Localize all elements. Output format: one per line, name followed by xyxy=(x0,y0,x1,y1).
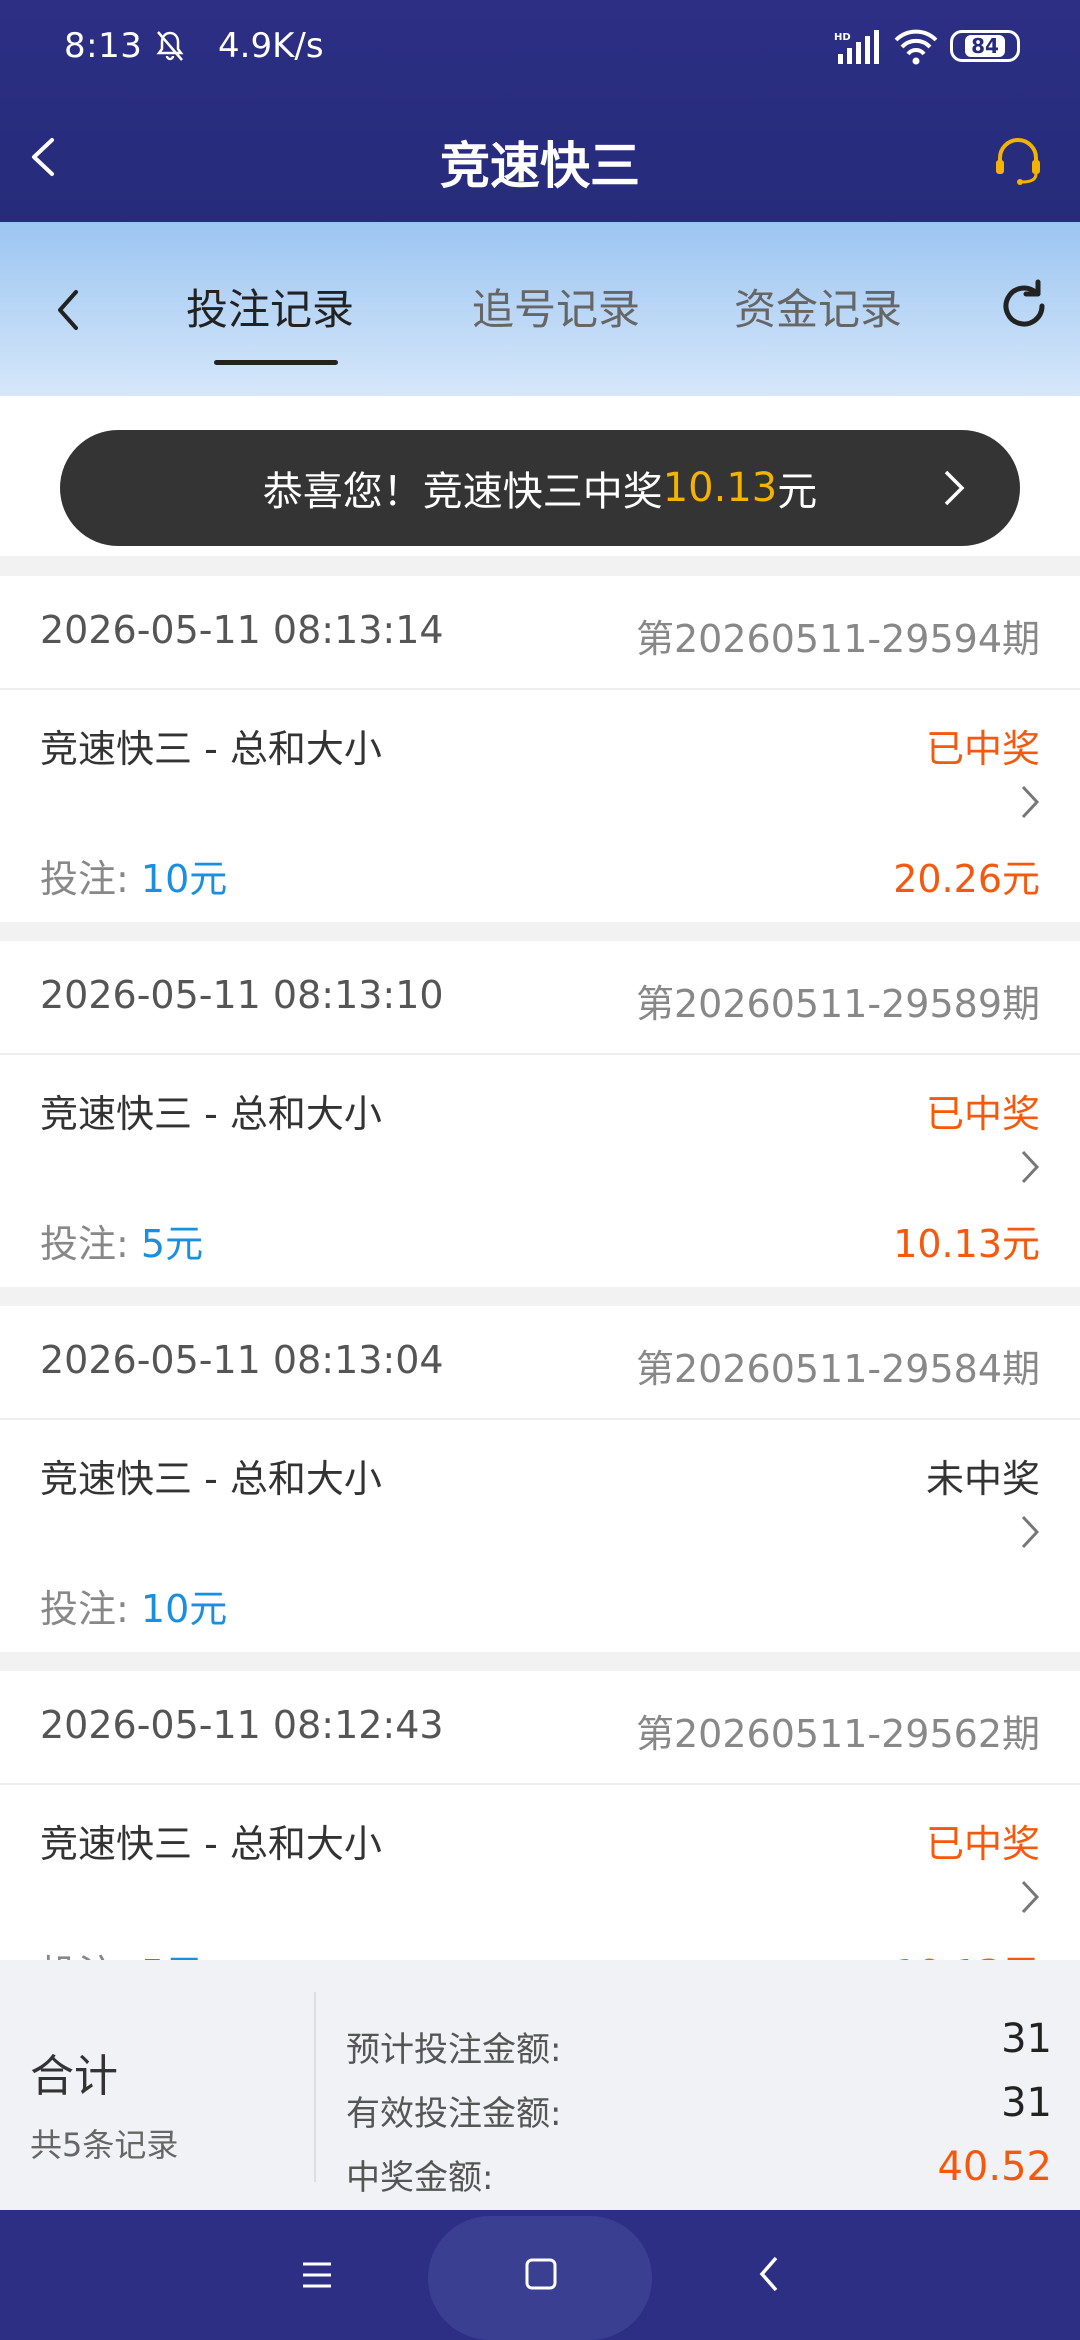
record-card[interactable]: 2026-05-11 08:13:14 第20260511-29594期 竞速快… xyxy=(0,576,1080,922)
tab-bet-records[interactable]: 投注记录 xyxy=(186,276,354,337)
summary-row-valid-bet: 有效投注金额: 31 xyxy=(346,2080,1052,2135)
record-bet: 投注: 10元 xyxy=(40,848,227,903)
record-card[interactable]: 2026-05-11 08:12:43 第20260511-29562期 竞速快… xyxy=(0,1671,1080,1960)
summary-label: 预计投注金额: xyxy=(346,2030,562,2070)
record-issue: 第20260511-29589期 xyxy=(635,982,1040,1026)
svg-text:HD: HD xyxy=(834,32,851,43)
record-bet-label: 投注: xyxy=(40,1952,129,1960)
record-win-amount: 10.13元 xyxy=(893,1222,1040,1266)
bet-records-list[interactable]: 2026-05-11 08:13:14 第20260511-29594期 竞速快… xyxy=(0,556,1080,1960)
summary-value: 31 xyxy=(1001,2080,1052,2126)
record-issue: 第20260511-29584期 xyxy=(635,1347,1040,1391)
network-speed: 4.9K/s xyxy=(218,26,324,66)
record-bet-label: 投注: xyxy=(40,1222,129,1266)
summary-row-win-amount: 中奖金额: 40.52 xyxy=(346,2144,1052,2199)
bell-muted-icon xyxy=(156,31,184,61)
record-game: 竞速快三 - 总和大小 xyxy=(40,1092,382,1136)
system-nav-bar xyxy=(0,2210,1080,2340)
record-card[interactable]: 2026-05-11 08:13:10 第20260511-29589期 竞速快… xyxy=(0,941,1080,1287)
chevron-right-icon[interactable] xyxy=(1020,784,1040,820)
record-time: 2026-05-11 08:13:04 xyxy=(40,1338,444,1382)
top-bar: 8:13 4.9K/s HD 84 竞速快三 xyxy=(0,0,1080,222)
chevron-right-icon[interactable] xyxy=(1020,1149,1040,1185)
record-bet: 投注: 10元 xyxy=(40,1578,227,1633)
toast-amount: 10.13 xyxy=(662,465,778,511)
record-bet-amount: 5元 xyxy=(140,1222,204,1266)
record-header: 2026-05-11 08:13:10 第20260511-29589期 xyxy=(0,941,1080,1055)
toast-prefix: 恭喜您！竞速快三中奖 xyxy=(262,469,663,515)
record-status: 未中奖 xyxy=(925,1457,1040,1501)
record-game: 竞速快三 - 总和大小 xyxy=(40,1457,382,1501)
record-bet-amount: 10元 xyxy=(140,1587,228,1631)
tabs-bar: 投注记录 追号记录 资金记录 xyxy=(0,222,1080,396)
win-toast[interactable]: 恭喜您！竞速快三中奖 10.13 元 xyxy=(60,430,1020,546)
record-bet-label: 投注: xyxy=(40,857,129,901)
chevron-right-icon[interactable] xyxy=(1020,1514,1040,1550)
home-icon[interactable] xyxy=(524,2256,558,2292)
menu-icon[interactable] xyxy=(300,2258,334,2292)
summary-label: 有效投注金额: xyxy=(346,2094,562,2134)
record-time: 2026-05-11 08:12:43 xyxy=(40,1703,444,1747)
nav-back-icon[interactable] xyxy=(758,2254,780,2294)
record-win-amount: 20.26元 xyxy=(893,857,1040,901)
summary-row-expected-bet: 预计投注金额: 31 xyxy=(346,2016,1052,2071)
record-header: 2026-05-11 08:13:04 第20260511-29584期 xyxy=(0,1306,1080,1420)
status-time: 8:13 xyxy=(64,26,143,66)
wifi-icon xyxy=(894,29,938,65)
chevron-right-icon[interactable] xyxy=(1020,1879,1040,1915)
record-bet: 投注: 5元 xyxy=(40,1943,203,1960)
toast-suffix: 元 xyxy=(777,469,818,515)
customer-service-icon[interactable] xyxy=(990,132,1046,188)
record-header: 2026-05-11 08:12:43 第20260511-29562期 xyxy=(0,1671,1080,1785)
summary-value: 31 xyxy=(1001,2016,1052,2062)
record-bet: 投注: 5元 xyxy=(40,1213,203,1268)
record-status: 已中奖 xyxy=(925,1822,1040,1866)
summary-record-count: 共5条记录 xyxy=(30,2126,179,2164)
record-time: 2026-05-11 08:13:14 xyxy=(40,608,444,652)
summary-value: 40.52 xyxy=(937,2144,1052,2190)
record-game: 竞速快三 - 总和大小 xyxy=(40,727,382,771)
page-title: 竞速快三 xyxy=(440,137,640,195)
status-bar: 8:13 4.9K/s HD 84 xyxy=(0,0,1080,96)
tabs-back-icon[interactable] xyxy=(50,284,86,336)
record-issue: 第20260511-29594期 xyxy=(635,617,1040,661)
tab-chase-records[interactable]: 追号记录 xyxy=(472,276,640,337)
summary-title: 合计 xyxy=(30,2051,118,2102)
record-status: 已中奖 xyxy=(925,727,1040,771)
record-card[interactable]: 2026-05-11 08:13:04 第20260511-29584期 竞速快… xyxy=(0,1306,1080,1652)
record-bet-amount: 10元 xyxy=(140,857,228,901)
record-bet-amount: 5元 xyxy=(141,1952,203,1960)
record-bet-label: 投注: xyxy=(40,1587,129,1631)
record-header: 2026-05-11 08:13:14 第20260511-29594期 xyxy=(0,576,1080,690)
summary-label: 中奖金额: xyxy=(346,2158,494,2198)
tab-fund-records[interactable]: 资金记录 xyxy=(734,276,902,337)
record-status: 已中奖 xyxy=(925,1092,1040,1136)
summary-divider xyxy=(314,1992,316,2182)
cell-signal-icon: HD xyxy=(834,30,879,64)
refresh-icon[interactable] xyxy=(996,278,1052,334)
app-header: 竞速快三 xyxy=(0,96,1080,222)
chevron-right-icon xyxy=(944,470,965,506)
battery-level: 84 xyxy=(965,35,1005,57)
summary-panel: 合计 共5条记录 预计投注金额: 31 有效投注金额: 31 中奖金额: 40.… xyxy=(0,1960,1080,2210)
record-issue: 第20260511-29562期 xyxy=(635,1712,1040,1756)
record-win-amount: 10.13元 xyxy=(893,1943,1040,1960)
battery-icon: 84 xyxy=(950,30,1020,62)
record-time: 2026-05-11 08:13:10 xyxy=(40,973,444,1017)
record-game: 竞速快三 - 总和大小 xyxy=(40,1822,382,1866)
active-tab-indicator xyxy=(214,360,338,365)
